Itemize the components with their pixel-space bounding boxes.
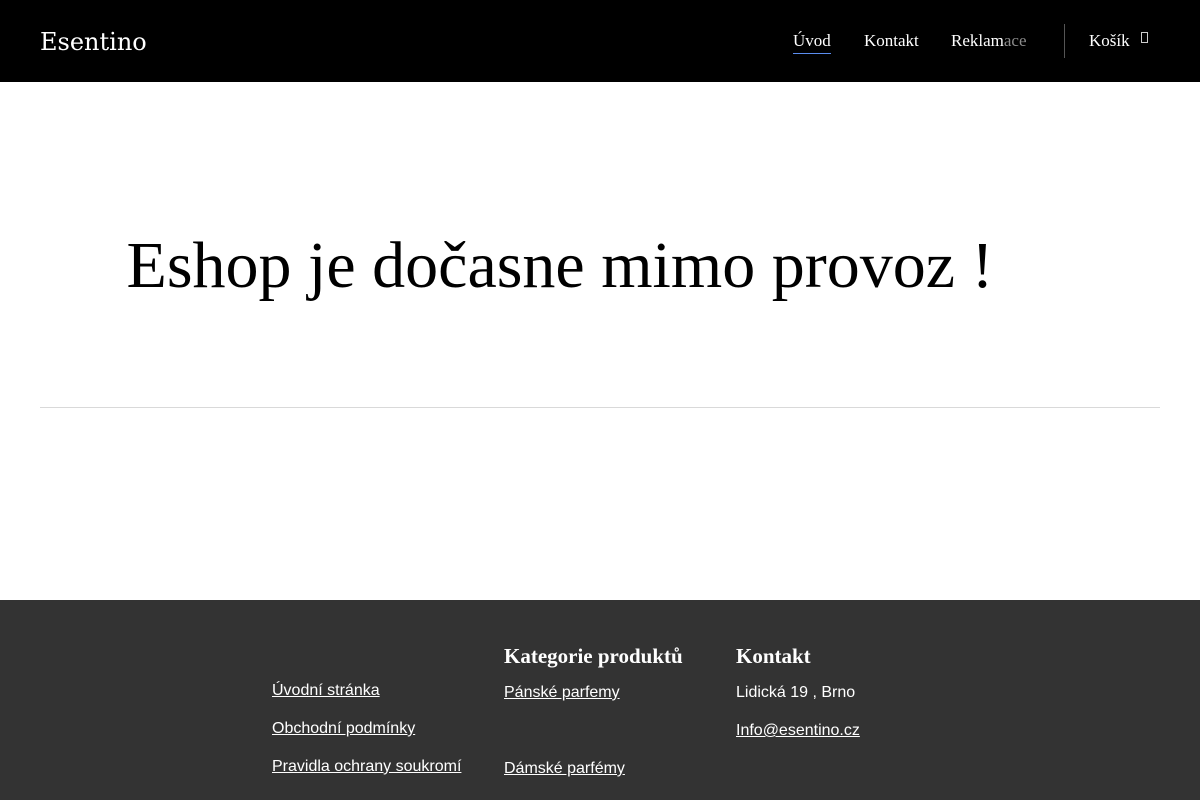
footer-link-home[interactable]: Úvodní stránka	[272, 681, 380, 701]
cart-link[interactable]: Košík	[1089, 30, 1130, 52]
footer-link-privacy[interactable]: Pravidla ochrany soukromí	[272, 757, 461, 777]
nav-kontakt[interactable]: Kontakt	[864, 30, 919, 52]
nav-reklamace[interactable]: Reklamace	[951, 30, 1027, 52]
site-footer: Úvodní stránka Obchodní podmínky Pravidl…	[0, 600, 1200, 800]
nav-uvod[interactable]: Úvod	[793, 30, 831, 54]
nav-divider	[1064, 24, 1065, 58]
footer-contact-heading: Kontakt	[736, 644, 811, 668]
footer-email-link[interactable]: Info@esentino.cz	[736, 721, 860, 741]
footer-link-mens-perfumes[interactable]: Pánské parfemy	[504, 683, 620, 703]
page-title: Eshop je dočasne mimo provoz !	[126, 229, 994, 302]
nav-reklamace-label-faded: ace	[1003, 31, 1027, 50]
site-logo[interactable]: Esentino	[40, 27, 147, 57]
footer-categories-heading: Kategorie produktů	[504, 644, 683, 668]
site-header: Esentino Úvod Kontakt Reklamace Košík	[0, 0, 1200, 82]
nav-reklamace-label: Reklam	[951, 31, 1004, 50]
cart-icon[interactable]	[1141, 32, 1148, 43]
footer-address: Lidická 19 , Brno	[736, 684, 856, 701]
divider	[40, 407, 1160, 408]
footer-link-terms[interactable]: Obchodní podmínky	[272, 719, 415, 739]
footer-link-womens-perfumes[interactable]: Dámské parfémy	[504, 759, 625, 779]
